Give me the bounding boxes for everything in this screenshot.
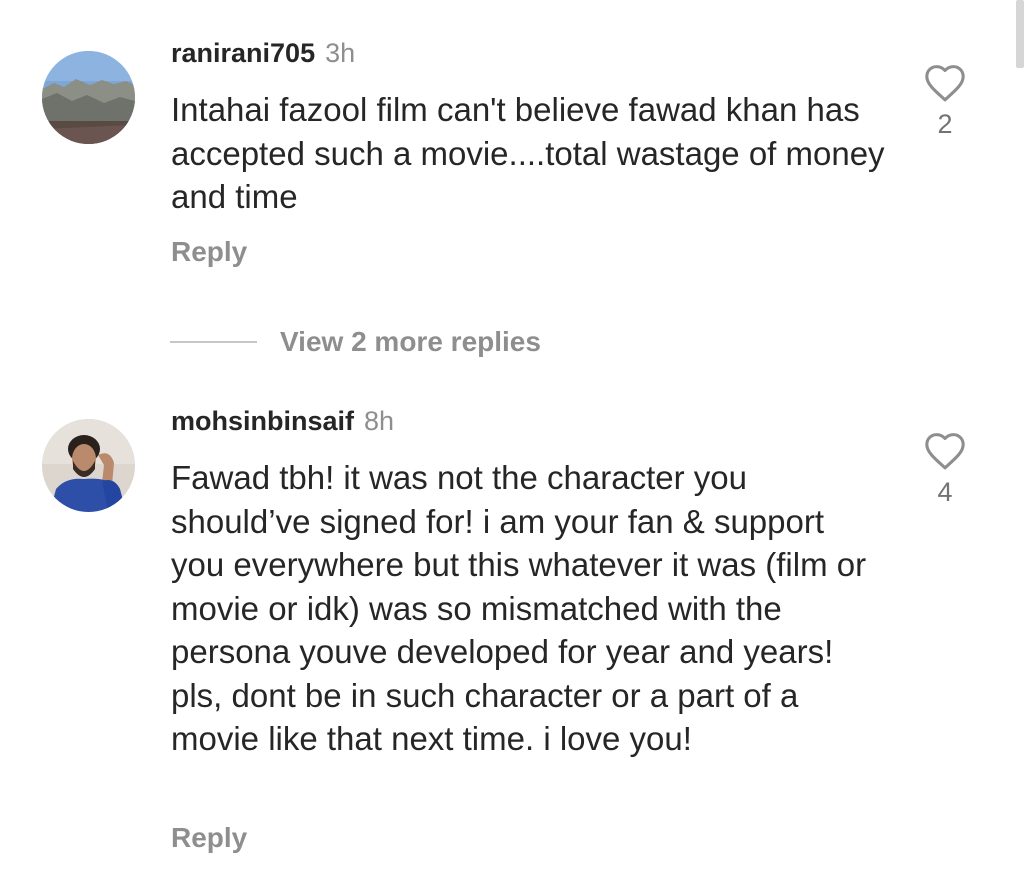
replies-divider xyxy=(170,341,257,343)
comment-text: Intahai fazool film can't believe fawad … xyxy=(171,91,885,215)
reply-button[interactable]: Reply xyxy=(171,822,247,854)
comment-header: ranirani705 3h xyxy=(171,37,355,69)
view-more-replies-button[interactable]: View 2 more replies xyxy=(170,322,541,362)
username[interactable]: mohsinbinsaif xyxy=(171,406,354,436)
avatar[interactable] xyxy=(42,419,135,512)
scrollbar-thumb[interactable] xyxy=(1016,0,1024,68)
like-count: 2 xyxy=(937,109,953,139)
heart-icon[interactable] xyxy=(923,431,967,471)
avatar[interactable] xyxy=(42,51,135,144)
person-avatar-icon xyxy=(42,419,135,512)
username[interactable]: ranirani705 xyxy=(171,38,315,68)
comment-header: mohsinbinsaif 8h xyxy=(171,405,394,437)
like-button[interactable]: 2 xyxy=(920,63,970,140)
view-more-replies-label[interactable]: View 2 more replies xyxy=(280,326,541,358)
timestamp: 8h xyxy=(364,406,395,436)
comment-text: Fawad tbh! it was not the character you … xyxy=(171,459,867,757)
landscape-avatar-icon xyxy=(42,51,135,144)
reply-button[interactable]: Reply xyxy=(171,236,247,268)
heart-icon[interactable] xyxy=(923,63,967,103)
like-count: 4 xyxy=(937,477,953,507)
like-button[interactable]: 4 xyxy=(920,431,970,508)
timestamp: 3h xyxy=(325,38,356,68)
